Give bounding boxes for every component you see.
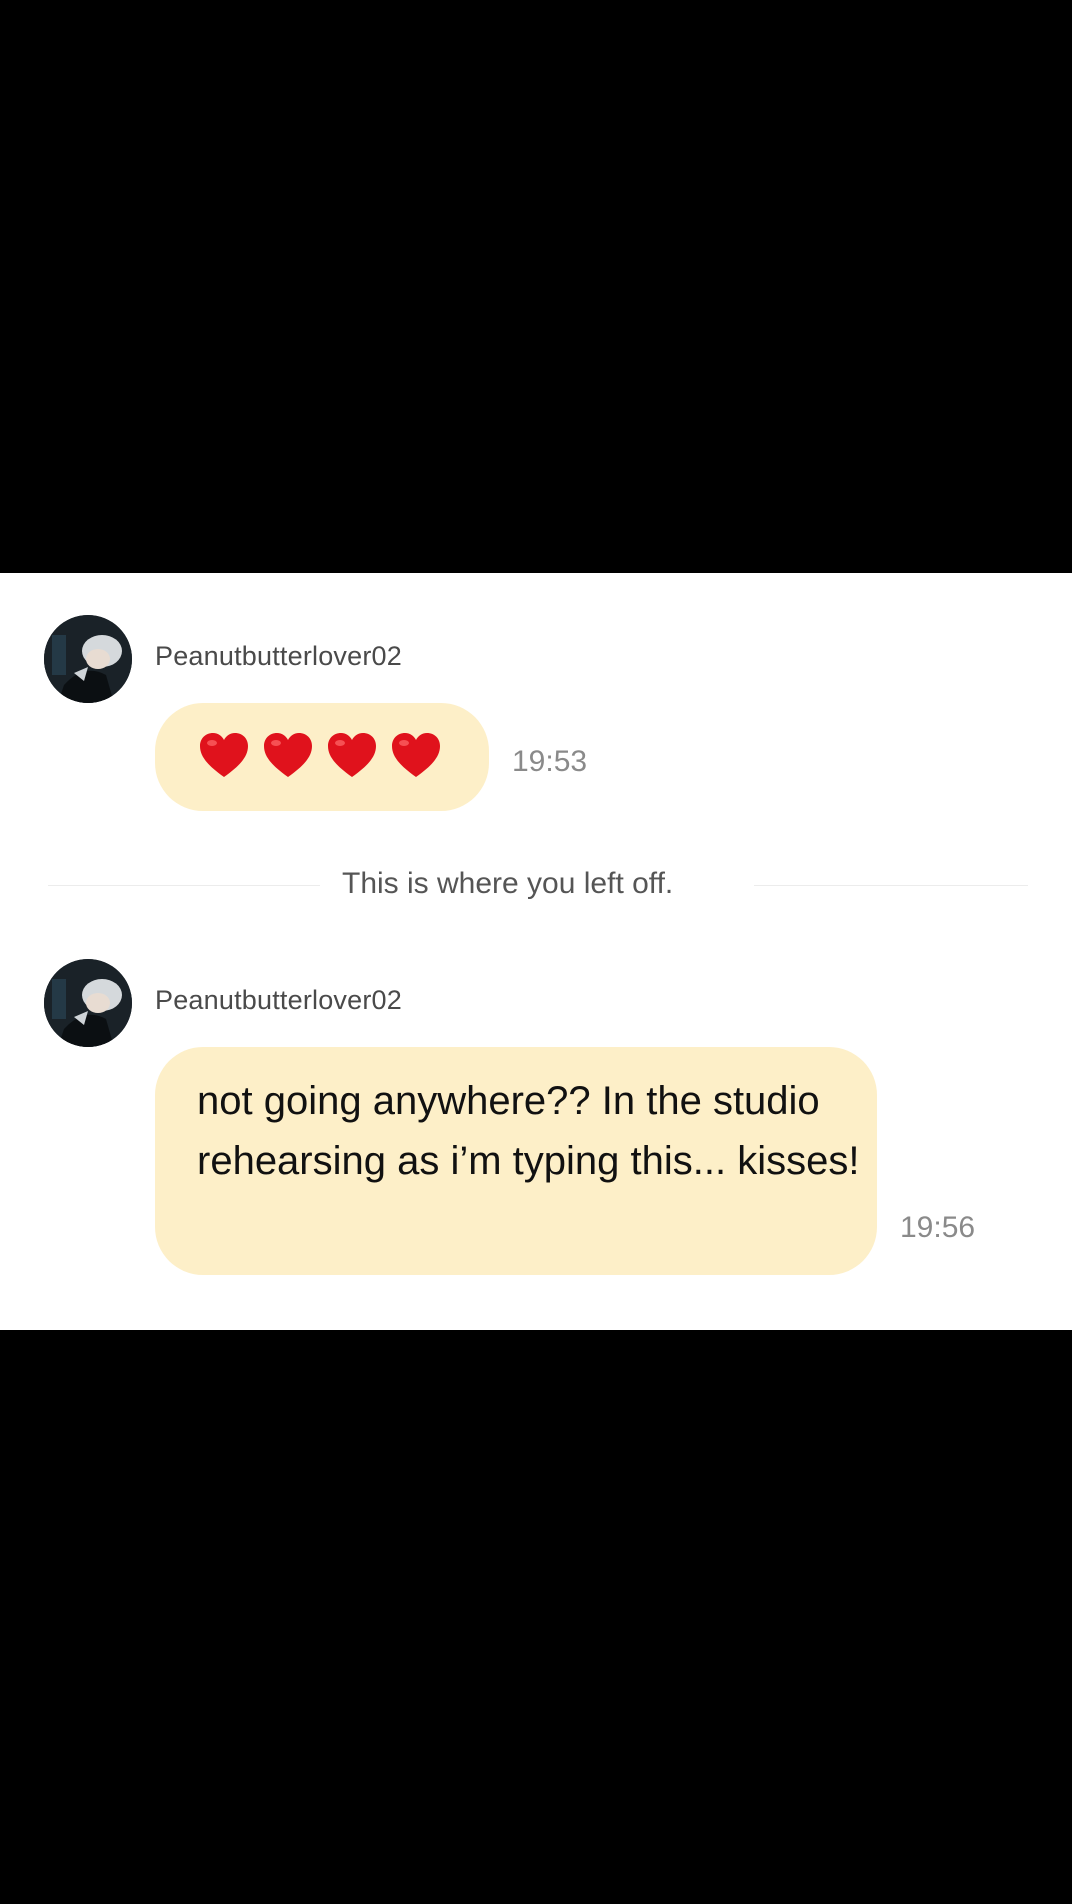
message-text: not going anywhere?? In the studio rehea…: [197, 1079, 860, 1183]
avatar[interactable]: [44, 959, 132, 1047]
heart-icon: [328, 733, 376, 777]
divider-line-left: [48, 885, 320, 886]
heart-icon: [200, 733, 248, 777]
avatar-photo-icon: [44, 959, 132, 1047]
message-timestamp: 19:56: [900, 1211, 976, 1244]
message-timestamp: 19:53: [512, 745, 588, 778]
avatar-photo-icon: [44, 615, 132, 703]
avatar[interactable]: [44, 615, 132, 703]
left-off-divider: This is where you left off.: [342, 867, 674, 900]
letterbox-top: [0, 0, 1072, 573]
sender-username[interactable]: Peanutbutterlover02: [155, 641, 402, 672]
divider-line-right: [754, 885, 1028, 886]
heart-icon: [392, 733, 440, 777]
chat-area: Peanutbutterlover02 19:53 This is where …: [0, 573, 1072, 1330]
letterbox-bottom: [0, 1330, 1072, 1904]
message-bubble[interactable]: [155, 703, 489, 811]
message-bubble[interactable]: not going anywhere?? In the studio rehea…: [155, 1047, 877, 1275]
heart-icon: [264, 733, 312, 777]
message-content: [197, 729, 443, 783]
sender-username[interactable]: Peanutbutterlover02: [155, 985, 402, 1016]
